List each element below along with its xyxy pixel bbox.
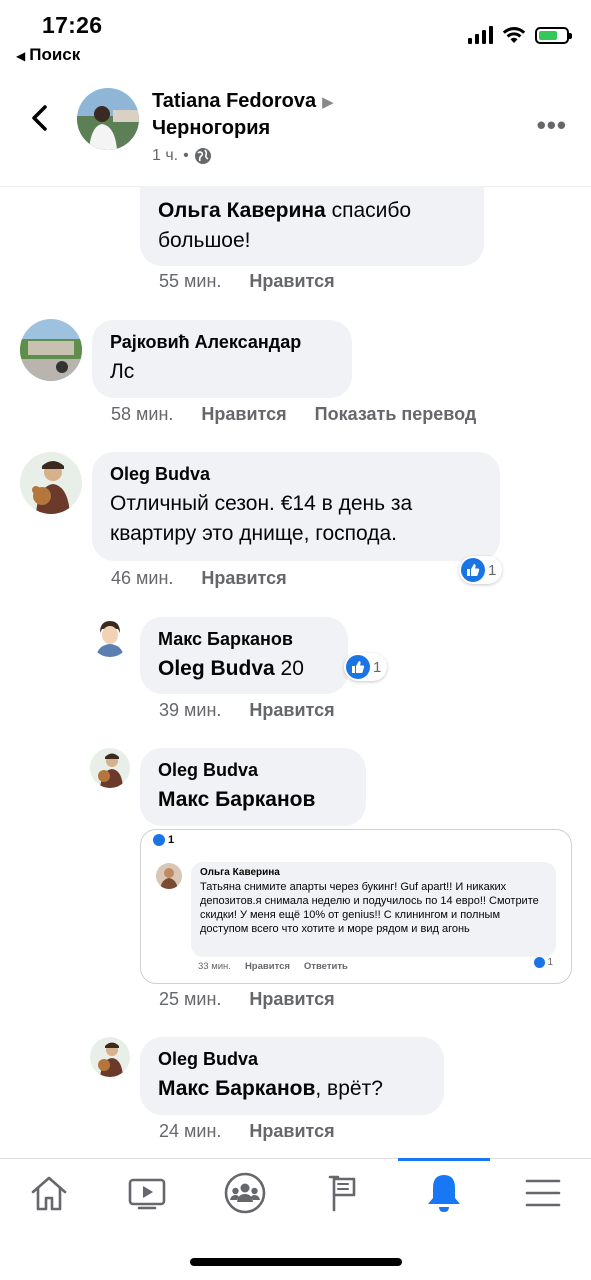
- embed-meta: 33 мин. Нравится Ответить: [198, 961, 348, 972]
- mention-link[interactable]: Макс Барканов: [158, 1077, 315, 1100]
- like-button[interactable]: Нравится: [201, 404, 286, 425]
- comment-bubble[interactable]: Oleg Budva Отличный сезон. €14 в день за…: [92, 452, 500, 561]
- like-button[interactable]: Нравится: [249, 700, 334, 721]
- post-author-name[interactable]: Tatiana Fedorova ▶: [152, 90, 334, 113]
- like-button[interactable]: Нравится: [201, 568, 286, 589]
- like-icon: [346, 655, 370, 679]
- comment-body: Отличный сезон. €14 в день за квартиру э…: [110, 492, 413, 545]
- commenter-avatar[interactable]: [20, 319, 82, 381]
- comment-time: 39 мин.: [159, 700, 222, 720]
- like-button[interactable]: Нравится: [249, 271, 334, 292]
- comment-bubble[interactable]: Oleg Budva Макс Барканов: [140, 748, 366, 826]
- comment-author[interactable]: Oleg Budva: [110, 464, 482, 485]
- comment-attachment-image[interactable]: 1 Ольга Каверина Татьяна снимите апарты …: [140, 829, 572, 984]
- watch-icon[interactable]: [122, 1171, 172, 1215]
- post-time: 1 ч.: [152, 147, 179, 164]
- reaction-count[interactable]: 1: [344, 653, 388, 681]
- like-button[interactable]: Нравится: [249, 989, 334, 1010]
- comment-time: 24 мин.: [159, 1121, 222, 1141]
- comment-meta: 46 мин. Нравится: [111, 568, 287, 589]
- mention-link[interactable]: Макс Барканов: [158, 788, 315, 811]
- comment-time: 55 мин.: [159, 271, 222, 291]
- comment-bubble[interactable]: Рајковић Александар Лс: [92, 320, 352, 398]
- embed-bubble: Ольга Каверина Татьяна снимите апарты че…: [191, 862, 556, 957]
- notifications-bell-icon[interactable]: [419, 1171, 469, 1215]
- commenter-avatar[interactable]: [90, 748, 130, 788]
- menu-icon[interactable]: [518, 1171, 568, 1215]
- arrow-right-icon: ▶: [322, 94, 334, 111]
- embed-top-reactions: 1: [153, 834, 174, 846]
- like-icon: [153, 834, 165, 846]
- comment-bubble[interactable]: Макс Барканов Oleg Budva 20: [140, 617, 348, 694]
- comment-body: , врёт?: [315, 1077, 383, 1100]
- comment-bubble[interactable]: Ольга Каверина спасибо большое!: [140, 186, 484, 266]
- show-translation-button[interactable]: Показать перевод: [315, 404, 477, 425]
- comment-text: Макс Барканов, врёт?: [158, 1074, 426, 1104]
- comment-author[interactable]: Oleg Budva: [158, 1049, 426, 1070]
- comment-meta: 24 мин. Нравится: [159, 1121, 335, 1142]
- comment-text: Ольга Каверина спасибо большое!: [158, 196, 466, 256]
- groups-icon[interactable]: [220, 1171, 270, 1215]
- comment-body: Лс: [110, 360, 135, 383]
- comment-author[interactable]: Ольга Каверина: [158, 199, 326, 222]
- reaction-count[interactable]: 1: [459, 556, 503, 584]
- comment-bubble[interactable]: Oleg Budva Макс Барканов, врёт?: [140, 1037, 444, 1115]
- nav-active-indicator: [398, 1158, 490, 1161]
- reaction-number: 1: [373, 658, 382, 676]
- comment-meta: 58 мин. Нравится Показать перевод: [111, 404, 476, 425]
- commenter-avatar[interactable]: [20, 452, 82, 514]
- mention-link[interactable]: Oleg Budva: [158, 657, 275, 680]
- battery-charging-icon: [535, 26, 572, 44]
- like-button[interactable]: Нравится: [249, 1121, 334, 1142]
- embed-text: Татьяна снимите апарты через букинг! Guf…: [200, 881, 539, 935]
- comment-text: Макс Барканов: [158, 785, 348, 815]
- comment-meta: 39 мин. Нравится: [159, 700, 335, 721]
- comment-body: 20: [274, 657, 304, 680]
- comment-time: 58 мин.: [111, 404, 174, 424]
- author-avatar[interactable]: [77, 88, 139, 150]
- embed-author: Ольга Каверина: [200, 867, 280, 878]
- meta-separator: •: [183, 147, 189, 164]
- globe-icon: [194, 148, 211, 164]
- status-time: 17:26: [42, 12, 103, 38]
- commenter-avatar[interactable]: [90, 617, 130, 657]
- status-back-label: Поиск: [29, 45, 81, 64]
- post-location[interactable]: Черногория: [152, 117, 270, 140]
- comment-time: 46 мин.: [111, 568, 174, 588]
- comment-time: 25 мин.: [159, 989, 222, 1009]
- post-meta: 1 ч. •: [152, 147, 212, 165]
- more-options-icon[interactable]: •••: [537, 110, 567, 141]
- comment-author[interactable]: Макс Барканов: [158, 629, 330, 650]
- reaction-number: 1: [488, 561, 497, 579]
- comment-meta: 25 мин. Нравится: [159, 989, 335, 1010]
- comment-text: Oleg Budva 20: [158, 654, 330, 684]
- back-chevron-icon[interactable]: [26, 103, 54, 133]
- commenter-avatar[interactable]: [90, 1037, 130, 1077]
- comment-author[interactable]: Oleg Budva: [158, 760, 348, 781]
- bottom-nav: [0, 1158, 591, 1228]
- comment-author[interactable]: Рајковић Александар: [110, 332, 334, 353]
- back-triangle-icon: ◀: [16, 49, 26, 63]
- signal-icon: [468, 26, 493, 44]
- comment-meta: 55 мин. Нравится: [159, 271, 335, 292]
- embed-avatar: [156, 863, 182, 889]
- pages-flag-icon[interactable]: [318, 1171, 368, 1215]
- home-indicator: [190, 1258, 402, 1266]
- status-icons: [468, 26, 572, 44]
- embed-reactions: 1: [534, 957, 553, 968]
- home-icon[interactable]: [24, 1171, 74, 1215]
- like-icon: [461, 558, 485, 582]
- status-back-link[interactable]: ◀ Поиск: [16, 45, 80, 65]
- wifi-icon: [502, 27, 526, 43]
